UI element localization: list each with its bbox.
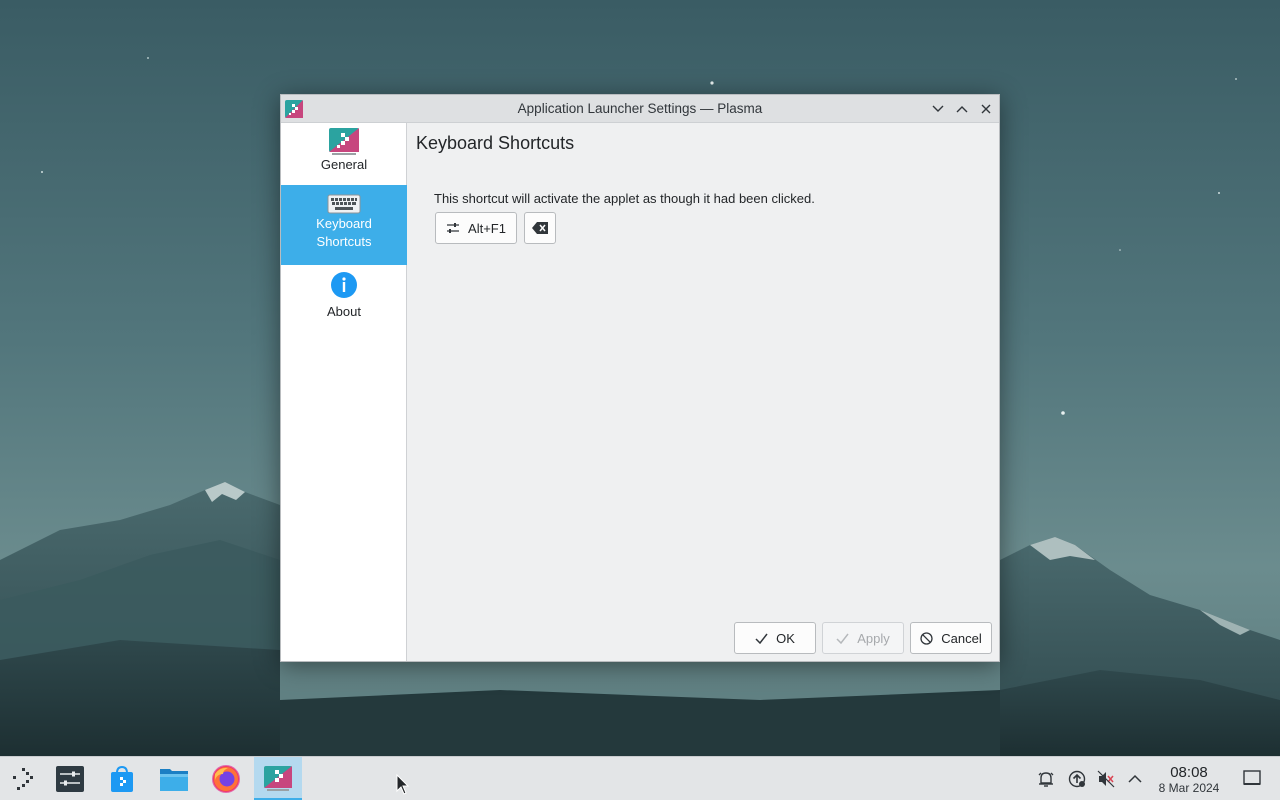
- clock-date: 8 Mar 2024: [1158, 781, 1220, 795]
- chevron-up-icon[interactable]: [1125, 769, 1145, 789]
- maximize-button[interactable]: [951, 98, 973, 120]
- file-manager-icon: [160, 769, 188, 791]
- apply-button[interactable]: Apply: [822, 622, 904, 654]
- configure-shortcut-icon: [447, 223, 460, 233]
- clock-time: 08:08: [1170, 764, 1208, 781]
- sidebar-item-label: About: [327, 304, 361, 319]
- window-titlebar[interactable]: Application Launcher Settings — Plasma: [281, 95, 999, 123]
- firefox-icon: [212, 765, 240, 793]
- digital-clock[interactable]: 08:08 8 Mar 2024: [1150, 764, 1228, 795]
- sidebar-item-label-line2: Shortcuts: [316, 234, 372, 249]
- settings-sidebar: General Keyboard Shortcuts About: [281, 123, 407, 661]
- mouse-cursor-icon: [396, 774, 410, 795]
- taskbar-launcher-settings[interactable]: [254, 757, 302, 800]
- checkmark-icon: [755, 633, 768, 644]
- settings-window: Application Launcher Settings — Plasma G…: [280, 94, 1000, 662]
- taskbar-file-manager[interactable]: [150, 757, 198, 800]
- taskbar: 08:08 8 Mar 2024: [0, 756, 1280, 800]
- taskbar-firefox[interactable]: [202, 757, 250, 800]
- cancel-icon: [920, 631, 933, 645]
- taskbar-system-settings[interactable]: [46, 757, 94, 800]
- clear-shortcut-button[interactable]: [524, 212, 556, 244]
- page-title: Keyboard Shortcuts: [416, 133, 575, 153]
- launcher-settings-icon: [264, 765, 292, 791]
- chevron-down-icon: [932, 105, 944, 112]
- apply-label: Apply: [857, 630, 890, 646]
- ok-label: OK: [776, 630, 795, 646]
- window-title: Application Launcher Settings — Plasma: [517, 101, 763, 116]
- discover-store-icon: [111, 765, 133, 792]
- notifications-icon[interactable]: [1036, 769, 1056, 789]
- system-settings-icon: [56, 766, 84, 792]
- show-desktop-icon: [1243, 770, 1261, 785]
- checkmark-icon: [836, 633, 849, 644]
- sidebar-item-general[interactable]: General: [281, 123, 407, 183]
- application-launcher-icon: [329, 128, 359, 155]
- sidebar-item-keyboard-shortcuts[interactable]: Keyboard Shortcuts: [281, 185, 407, 265]
- shortcut-value: Alt+F1: [468, 220, 506, 236]
- close-icon: [981, 104, 991, 114]
- keyboard-icon: [327, 194, 361, 214]
- show-desktop-button[interactable]: [1242, 769, 1264, 789]
- taskbar-application-launcher[interactable]: [0, 757, 48, 800]
- cancel-button[interactable]: Cancel: [910, 622, 992, 654]
- chevron-up-icon: [956, 106, 968, 113]
- application-launcher-icon: [13, 768, 33, 790]
- taskbar-discover-store[interactable]: [98, 757, 146, 800]
- close-button[interactable]: [975, 98, 997, 120]
- settings-content: Keyboard Shortcuts This shortcut will ac…: [408, 123, 999, 661]
- ok-button[interactable]: OK: [734, 622, 816, 654]
- updates-icon[interactable]: [1067, 769, 1087, 789]
- sidebar-item-label: General: [320, 157, 368, 172]
- cancel-label: Cancel: [941, 630, 982, 646]
- minimize-button[interactable]: [927, 98, 949, 120]
- volume-muted-icon[interactable]: [1096, 769, 1116, 789]
- sidebar-item-label-line1: Keyboard: [316, 216, 372, 231]
- sidebar-item-about[interactable]: About: [281, 269, 407, 325]
- backspace-clear-icon: [532, 222, 548, 234]
- info-icon: [331, 272, 357, 298]
- shortcut-description: This shortcut will activate the applet a…: [434, 191, 815, 206]
- shortcut-recorder-button[interactable]: Alt+F1: [435, 212, 517, 244]
